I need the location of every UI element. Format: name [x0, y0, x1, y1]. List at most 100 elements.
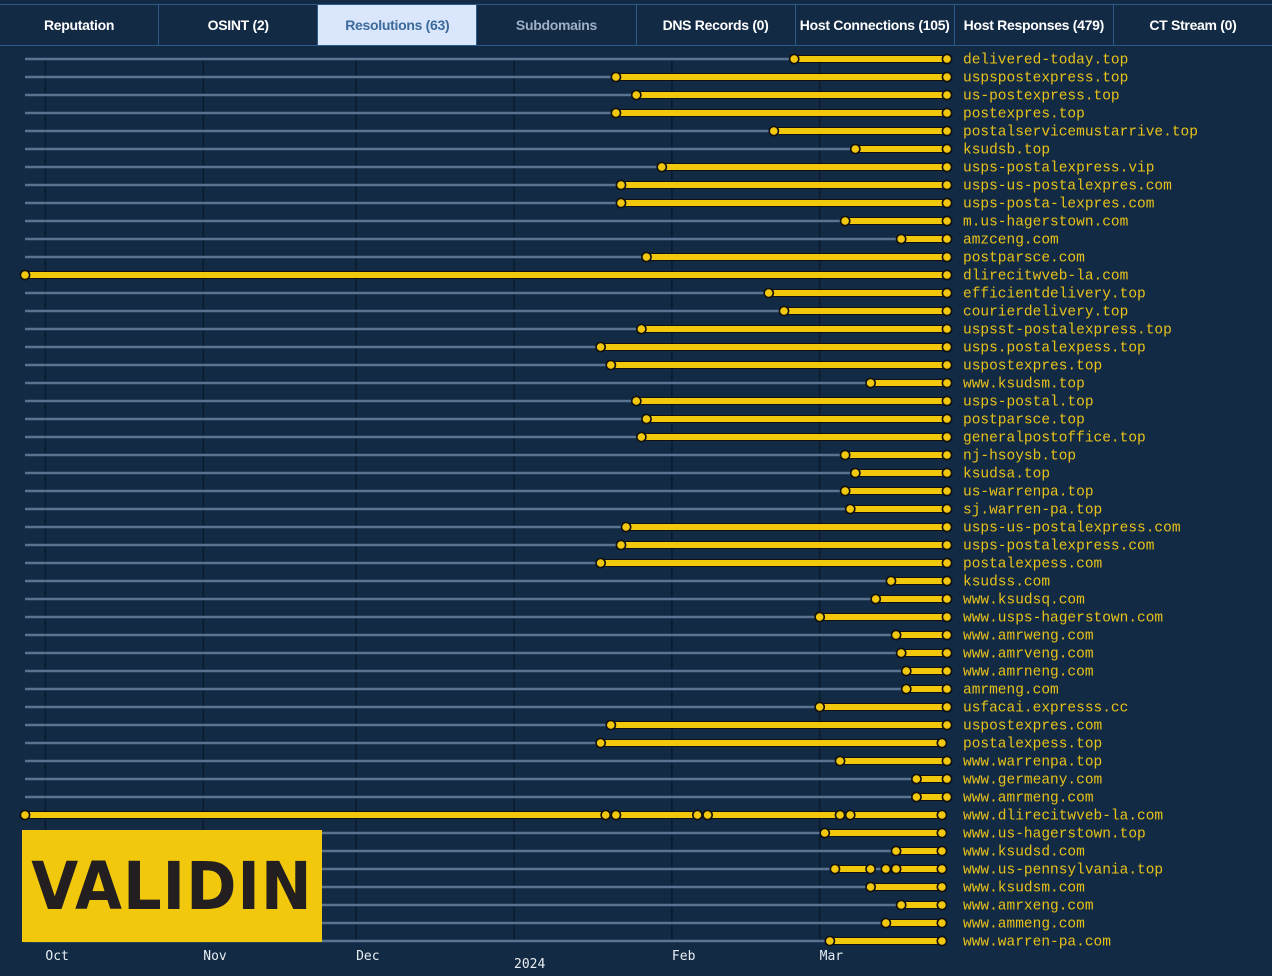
- domain-label[interactable]: usps.postalexpess.top: [963, 341, 1146, 357]
- domain-label[interactable]: www.amrmeng.com: [963, 791, 1094, 807]
- resolution-endpoint[interactable]: [941, 683, 953, 695]
- resolution-endpoint[interactable]: [941, 143, 953, 155]
- resolution-endpoint[interactable]: [941, 539, 953, 551]
- resolution-endpoint[interactable]: [941, 233, 953, 245]
- resolution-endpoint[interactable]: [941, 485, 953, 497]
- resolution-endpoint[interactable]: [656, 161, 668, 173]
- resolution-endpoint[interactable]: [936, 737, 948, 749]
- resolution-endpoint[interactable]: [610, 809, 622, 821]
- resolution-endpoint[interactable]: [941, 359, 953, 371]
- domain-label[interactable]: courierdelivery.top: [963, 305, 1128, 321]
- domain-label[interactable]: usps-postalexpress.com: [963, 539, 1154, 555]
- resolution-endpoint[interactable]: [702, 809, 713, 821]
- resolution-endpoint[interactable]: [819, 827, 831, 839]
- resolution-endpoint[interactable]: [941, 71, 953, 83]
- resolution-endpoint[interactable]: [839, 215, 851, 227]
- resolution-endpoint[interactable]: [941, 413, 953, 425]
- resolution-endpoint[interactable]: [941, 521, 953, 533]
- resolution-endpoint[interactable]: [895, 233, 907, 245]
- resolution-endpoint[interactable]: [890, 629, 902, 641]
- resolution-endpoint[interactable]: [936, 863, 948, 875]
- resolution-endpoint[interactable]: [788, 53, 800, 65]
- resolution-endpoint[interactable]: [595, 737, 607, 749]
- resolution-endpoint[interactable]: [911, 773, 922, 785]
- resolution-endpoint[interactable]: [941, 503, 953, 515]
- resolution-endpoint[interactable]: [941, 89, 953, 101]
- resolution-endpoint[interactable]: [844, 503, 856, 515]
- resolution-endpoint[interactable]: [605, 719, 617, 731]
- domain-label[interactable]: us-warrenpa.top: [963, 485, 1094, 501]
- resolution-endpoint[interactable]: [865, 377, 876, 389]
- resolution-endpoint[interactable]: [865, 863, 876, 875]
- domain-label[interactable]: sj.warren-pa.top: [963, 503, 1102, 519]
- domain-label[interactable]: www.ksudsd.com: [963, 845, 1085, 861]
- resolution-endpoint[interactable]: [941, 161, 953, 173]
- domain-label[interactable]: m.us-hagerstown.com: [963, 215, 1128, 231]
- resolution-endpoint[interactable]: [941, 323, 953, 335]
- resolution-endpoint[interactable]: [595, 341, 607, 353]
- resolution-endpoint[interactable]: [911, 791, 922, 803]
- resolution-endpoint[interactable]: [620, 521, 632, 533]
- domain-label[interactable]: www.us-pennsylvania.top: [963, 863, 1163, 879]
- domain-label[interactable]: www.ksudsq.com: [963, 593, 1085, 609]
- resolution-endpoint[interactable]: [941, 107, 953, 119]
- domain-label[interactable]: postalexpess.com: [963, 557, 1102, 573]
- resolution-endpoint[interactable]: [941, 629, 953, 641]
- resolution-endpoint[interactable]: [936, 809, 948, 821]
- resolution-endpoint[interactable]: [941, 719, 953, 731]
- domain-label[interactable]: ksudss.com: [963, 575, 1050, 591]
- resolution-endpoint[interactable]: [885, 575, 897, 587]
- domain-label[interactable]: amrmeng.com: [963, 683, 1059, 699]
- resolution-endpoint[interactable]: [870, 593, 882, 605]
- resolution-endpoint[interactable]: [941, 341, 953, 353]
- resolution-endpoint[interactable]: [941, 593, 953, 605]
- domain-label[interactable]: ksudsb.top: [963, 143, 1050, 159]
- resolution-endpoint[interactable]: [890, 863, 902, 875]
- resolution-endpoint[interactable]: [839, 485, 851, 497]
- resolution-endpoint[interactable]: [641, 413, 652, 425]
- domain-label[interactable]: www.dlirecitwveb-la.com: [963, 809, 1163, 825]
- domain-label[interactable]: uspostexpres.top: [963, 359, 1102, 375]
- resolution-endpoint[interactable]: [630, 89, 642, 101]
- resolution-endpoint[interactable]: [941, 197, 953, 209]
- tab-dns-records[interactable]: DNS Records (0): [637, 5, 796, 45]
- resolution-endpoint[interactable]: [605, 359, 617, 371]
- resolution-endpoint[interactable]: [630, 395, 642, 407]
- resolution-endpoint[interactable]: [941, 557, 953, 569]
- resolution-endpoint[interactable]: [839, 449, 851, 461]
- resolution-endpoint[interactable]: [844, 809, 856, 821]
- resolution-endpoint[interactable]: [890, 845, 902, 857]
- resolution-endpoint[interactable]: [936, 845, 948, 857]
- domain-label[interactable]: uspostexpres.com: [963, 719, 1102, 735]
- domain-label[interactable]: uspspostexpress.top: [963, 71, 1128, 87]
- domain-label[interactable]: www.warren-pa.com: [963, 935, 1111, 951]
- resolution-endpoint[interactable]: [615, 539, 627, 551]
- domain-label[interactable]: amzceng.com: [963, 233, 1059, 249]
- domain-label[interactable]: uspsst-postalexpress.top: [963, 323, 1172, 339]
- resolution-endpoint[interactable]: [941, 305, 953, 317]
- tab-ct-stream[interactable]: CT Stream (0): [1114, 5, 1272, 45]
- tab-host-responses[interactable]: Host Responses (479): [955, 5, 1114, 45]
- resolution-endpoint[interactable]: [880, 917, 892, 929]
- resolution-endpoint[interactable]: [635, 431, 647, 443]
- domain-label[interactable]: postalservicemustarrive.top: [963, 125, 1198, 141]
- resolution-endpoint[interactable]: [814, 701, 826, 713]
- resolution-endpoint[interactable]: [849, 143, 861, 155]
- resolution-endpoint[interactable]: [900, 665, 912, 677]
- domain-label[interactable]: www.amrneng.com: [963, 665, 1094, 681]
- resolution-endpoint[interactable]: [814, 611, 826, 623]
- domain-label[interactable]: www.warrenpa.top: [963, 755, 1102, 771]
- resolution-endpoint[interactable]: [941, 53, 953, 65]
- domain-label[interactable]: www.amrveng.com: [963, 647, 1094, 663]
- resolution-endpoint[interactable]: [941, 701, 953, 713]
- tab-host-connections[interactable]: Host Connections (105): [796, 5, 955, 45]
- resolution-endpoint[interactable]: [941, 269, 953, 281]
- resolution-endpoint[interactable]: [941, 647, 953, 659]
- resolution-endpoint[interactable]: [834, 809, 846, 821]
- resolution-endpoint[interactable]: [834, 755, 846, 767]
- tab-osint[interactable]: OSINT (2): [159, 5, 319, 45]
- resolution-endpoint[interactable]: [615, 179, 627, 191]
- resolution-endpoint[interactable]: [941, 755, 953, 767]
- domain-label[interactable]: us-postexpress.top: [963, 89, 1120, 105]
- resolution-endpoint[interactable]: [941, 377, 953, 389]
